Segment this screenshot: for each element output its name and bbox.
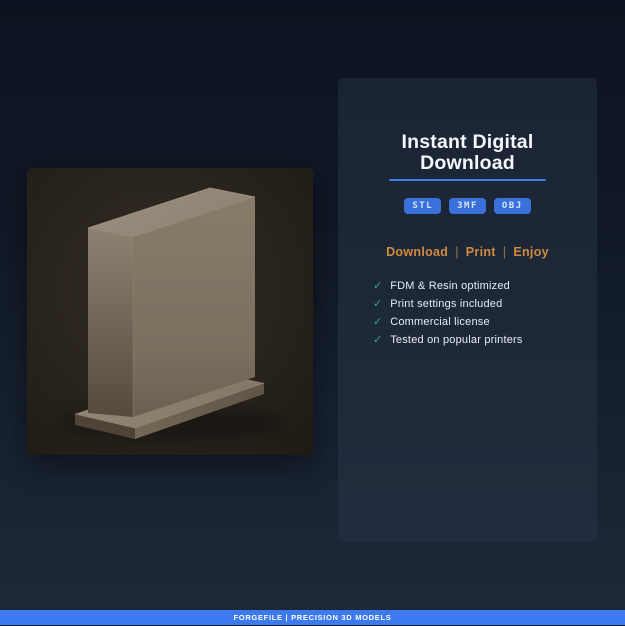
feature-label: FDM & Resin optimized <box>390 280 510 292</box>
tagline-separator: | <box>455 245 459 259</box>
list-item: ✓ FDM & Resin optimized <box>373 281 597 292</box>
list-item: ✓ Print settings included <box>373 299 597 310</box>
check-icon: ✓ <box>373 316 383 328</box>
feature-label: Print settings included <box>390 298 503 310</box>
tagline-item-download: Download <box>386 245 449 259</box>
format-badges: STL 3MF OBJ <box>338 198 597 214</box>
tagline-item-print: Print <box>465 245 496 259</box>
title-underline <box>389 179 546 181</box>
format-badge-3mf[interactable]: 3MF <box>449 198 486 214</box>
info-panel: Instant Digital Download STL 3MF OBJ Dow… <box>338 78 597 542</box>
format-badge-obj[interactable]: OBJ <box>493 198 531 214</box>
list-item: ✓ Tested on popular printers <box>373 335 597 346</box>
check-icon: ✓ <box>373 334 383 346</box>
feature-label: Commercial license <box>390 316 490 328</box>
check-icon: ✓ <box>373 298 383 310</box>
page-title: Instant Digital Download <box>401 131 534 174</box>
format-badge-stl[interactable]: STL <box>404 198 442 214</box>
tagline-item-enjoy: Enjoy <box>513 245 549 259</box>
footer-text: FORGEFILE | PRECISION 3D MODELS <box>233 613 392 622</box>
tagline: Download | Print | Enjoy <box>338 245 597 259</box>
product-image-card <box>27 168 313 455</box>
3d-model-render-icon <box>62 187 282 439</box>
check-icon: ✓ <box>373 280 383 292</box>
feature-label: Tested on popular printers <box>390 334 523 346</box>
feature-list: ✓ FDM & Resin optimized ✓ Print settings… <box>338 281 597 346</box>
tagline-separator: | <box>502 245 507 259</box>
list-item: ✓ Commercial license <box>373 317 597 328</box>
footer-brand-bar: FORGEFILE | PRECISION 3D MODELS <box>0 610 625 625</box>
